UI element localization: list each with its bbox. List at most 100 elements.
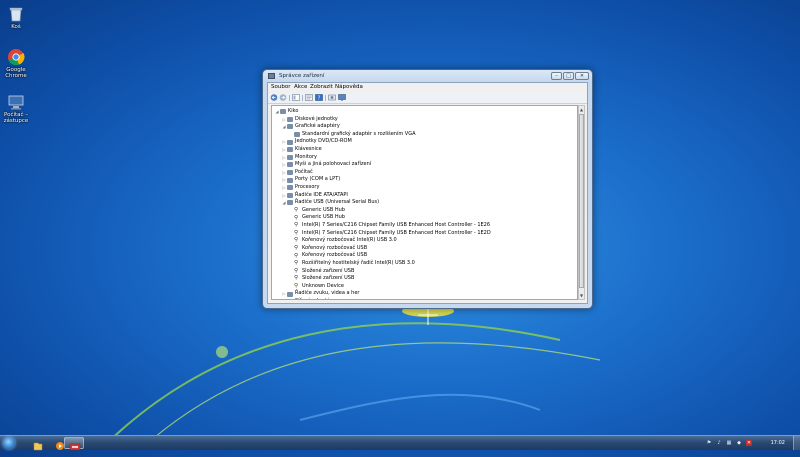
tree-category[interactable]: ▷ Jednotky DVD/CD-ROM	[281, 138, 352, 146]
tree-item-label: Kořenový rozbočovač Intel(R) USB 3.0	[302, 237, 397, 244]
window-title: Správce zařízení	[279, 73, 325, 79]
device-category-icon	[287, 162, 293, 168]
speaker-icon[interactable]: ♪	[716, 440, 722, 446]
device-category-icon	[287, 200, 293, 206]
computer-icon	[280, 109, 286, 115]
show-desktop-button[interactable]	[793, 436, 800, 450]
back-arrow-icon[interactable]	[270, 94, 278, 101]
tree-category[interactable]: ▷ Procesory	[281, 184, 319, 192]
tree-category[interactable]: ▷ Klávesnice	[281, 146, 322, 154]
usb-device-icon	[294, 284, 300, 289]
desktop-icon-label: Google Chrome	[5, 67, 27, 79]
network-icon[interactable]: ▦	[726, 440, 732, 446]
tree-item-label: Složené zařízení USB	[302, 275, 355, 282]
usb-device-icon	[294, 261, 300, 266]
scroll-down-icon[interactable]: ▼	[579, 292, 584, 299]
maximize-button[interactable]: □	[563, 72, 574, 80]
expand-toggle-icon[interactable]: ▷	[281, 298, 287, 299]
system-tray: ⚑ ♪ ▦ ◆ ✕ 17:02	[700, 436, 800, 450]
device-manager-icon	[268, 73, 275, 79]
usb-device-icon	[294, 208, 300, 213]
menu-view[interactable]: Zobrazit	[310, 84, 333, 90]
tree-item-label: Řadiče IDE ATA/ATAPI	[295, 191, 348, 198]
desktop-icon-recycle-bin[interactable]: Koš	[2, 5, 30, 30]
tree-item-label: Procesory	[295, 184, 320, 190]
tree-device[interactable]: Kořenový rozbočovač Intel(R) USB 3.0	[288, 237, 397, 245]
taskbar-clock[interactable]: 17:02	[771, 440, 785, 446]
device-tree[interactable]: ◢ Kiko ▷ Diskové jednotky ◢ Grafické adaptéry…	[271, 105, 578, 300]
device-category-icon	[287, 154, 293, 160]
desktop-icon-label: Koš	[11, 24, 21, 30]
desktop-icon-chrome[interactable]: Google Chrome	[2, 48, 30, 79]
device-category-icon	[287, 124, 293, 130]
vertical-scrollbar[interactable]: ▲ ▼	[578, 105, 585, 300]
tree-device[interactable]: Generic USB Hub	[288, 207, 345, 215]
forward-arrow-icon[interactable]	[279, 94, 287, 101]
tree-device[interactable]: Generic USB Hub	[288, 214, 345, 222]
tree-item-label: Generic USB Hub	[302, 214, 345, 221]
close-button[interactable]: ✕	[575, 72, 589, 80]
properties-icon[interactable]	[305, 94, 313, 101]
tree-device[interactable]: Intel(R) 7 Series/C216 Chipset Family US…	[288, 222, 490, 230]
tree-category[interactable]: ◢ Řadiče USB (Universal Serial Bus)	[281, 199, 379, 207]
shield-icon[interactable]: ◆	[736, 440, 742, 446]
toolbar-separator	[289, 95, 290, 101]
desktop-icon-label: Počítač – zástupce	[3, 112, 29, 124]
tree-category[interactable]: ▷ Řadiče zvuku, videa a her	[281, 290, 359, 298]
tree-view-icon[interactable]	[292, 94, 300, 101]
device-category-icon	[287, 299, 293, 300]
tree-item-label: Generic USB Hub	[302, 206, 345, 213]
tree-device[interactable]: Rozšiřitelný hostitelský řadič Intel(R) …	[288, 260, 415, 268]
chrome-icon	[8, 49, 25, 66]
start-button[interactable]	[3, 437, 15, 449]
toolbar-separator	[325, 95, 326, 101]
tree-device[interactable]: Kořenový rozbočovač USB	[288, 252, 367, 260]
tree-item-label: Kořenový rozbočovač USB	[302, 244, 368, 251]
tree-item-label: Kořenový rozbočovač USB	[302, 252, 368, 259]
tree-item-label: Rozšiřitelný hostitelský řadič Intel(R) …	[302, 260, 415, 266]
tree-item-label: Řadiče zvuku, videa a her	[295, 290, 360, 297]
tree-category[interactable]: ◢ Grafické adaptéry	[281, 123, 340, 131]
tree-category[interactable]: ▷ Myši a jiná polohovací zařízení	[281, 161, 371, 169]
scan-hardware-icon[interactable]	[328, 94, 336, 101]
computer-icon	[8, 95, 24, 110]
tree-root[interactable]: ◢ Kiko	[274, 108, 298, 116]
menu-bar: Soubor Akce Zobrazit Nápověda	[268, 83, 587, 93]
menu-action[interactable]: Akce	[294, 84, 307, 90]
tree-item-label: Jednotky DVD/CD-ROM	[295, 138, 352, 145]
tree-item-label: Standardní grafický adaptér s rozlišením…	[302, 130, 416, 137]
usb-device-icon	[294, 238, 300, 243]
tree-category[interactable]: ▷ Porty (COM a LPT)	[281, 176, 340, 184]
tree-device[interactable]: Složené zařízení USB	[288, 275, 354, 283]
minimize-button[interactable]: –	[551, 72, 562, 80]
device-category-icon	[287, 147, 293, 153]
scroll-up-icon[interactable]: ▲	[579, 106, 584, 113]
usb-device-icon	[294, 216, 300, 221]
language-icon[interactable]: ✕	[746, 440, 752, 446]
scrollbar-thumb[interactable]	[579, 114, 584, 288]
usb-device-icon	[294, 246, 300, 251]
taskbar-explorer[interactable]	[28, 437, 48, 451]
tree-category[interactable]: ▷ Síťové adaptéry	[281, 298, 335, 300]
tree-category[interactable]: ▷ Počítač	[281, 169, 313, 177]
tree-device[interactable]: Standardní grafický adaptér s rozlišením…	[288, 131, 416, 139]
usb-device-icon	[294, 223, 300, 228]
tree-item-label: Intel(R) 7 Series/C216 Chipset Family US…	[302, 229, 491, 236]
display-icon[interactable]	[338, 94, 346, 101]
device-category-icon	[287, 116, 293, 122]
recycle-bin-icon	[9, 7, 23, 22]
taskbar-device-manager[interactable]	[64, 437, 84, 451]
menu-file[interactable]: Soubor	[271, 84, 290, 90]
taskbar: ⚑ ♪ ▦ ◆ ✕ 17:02	[0, 435, 800, 451]
device-category-icon	[287, 177, 293, 183]
menu-help[interactable]: Nápověda	[335, 84, 363, 90]
window-client-area: Soubor Akce Zobrazit Nápověda ? ◢ Kiko ▷…	[267, 82, 588, 304]
tree-item-label: Síťové adaptéry	[295, 298, 335, 299]
tree-item-label: Porty (COM a LPT)	[295, 176, 341, 183]
tree-item-label: Unknown Device	[302, 282, 344, 289]
tree-item-label: Grafické adaptéry	[295, 123, 340, 130]
usb-device-icon	[294, 254, 300, 259]
desktop-icon-computer[interactable]: Počítač – zástupce	[2, 93, 30, 124]
flag-icon[interactable]: ⚑	[706, 440, 712, 446]
help-icon[interactable]: ?	[315, 94, 323, 101]
